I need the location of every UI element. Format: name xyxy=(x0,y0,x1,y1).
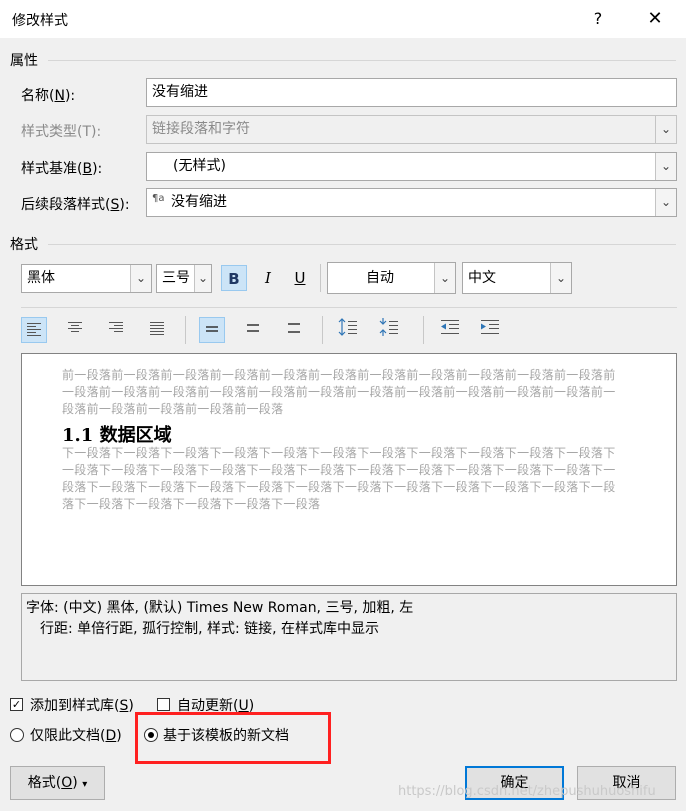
following-style-select[interactable]: ¶a 没有缩进 ⌄ xyxy=(146,188,677,217)
description-line-1: 字体: (中文) 黑体, (默认) Times New Roman, 三号, 加… xyxy=(26,600,414,616)
style-type-select: 链接段落和字符 ⌄ xyxy=(146,115,677,144)
justify-icon xyxy=(150,322,164,335)
increase-spacing-button[interactable] xyxy=(335,317,361,343)
description-line-2: 行距: 单倍行距, 孤行控制, 样式: 链接, 在样式库中显示 xyxy=(40,621,380,637)
dialog-title: 修改样式 xyxy=(12,13,68,29)
help-button[interactable]: ? xyxy=(584,4,612,34)
align-left-icon xyxy=(27,323,41,336)
toolbar-divider xyxy=(21,307,677,308)
chevron-down-icon[interactable]: ⌄ xyxy=(130,265,151,292)
style-type-label: 样式类型(T): xyxy=(21,124,102,140)
single-spacing-button[interactable] xyxy=(199,317,225,343)
align-right-icon xyxy=(109,322,123,332)
align-left-button[interactable] xyxy=(21,317,47,343)
style-preview: 前一段落前一段落前一段落前一段落前一段落前一段落前一段落前一段落前一段落前一段落… xyxy=(21,353,677,586)
script-value: 中文 xyxy=(468,270,496,286)
increase-indent-icon xyxy=(481,320,499,334)
font-size-select[interactable]: 三号 ⌄ xyxy=(156,264,212,293)
preview-previous-paragraph: 前一段落前一段落前一段落前一段落前一段落前一段落前一段落前一段落前一段落前一段落… xyxy=(62,368,616,416)
font-color-select[interactable]: 自动 ⌄ xyxy=(327,262,456,294)
decrease-spacing-button[interactable] xyxy=(376,317,402,343)
close-button[interactable]: ✕ xyxy=(640,4,670,34)
double-spacing-icon xyxy=(288,323,300,333)
only-this-document-label[interactable]: 仅限此文档(D) xyxy=(30,725,122,745)
only-this-document-radio[interactable] xyxy=(10,728,24,742)
add-to-gallery-checkbox[interactable]: ✓ xyxy=(10,698,23,711)
decrease-spacing-icon xyxy=(379,318,398,336)
properties-divider xyxy=(48,60,676,61)
style-type-value: 链接段落和字符 xyxy=(152,121,250,137)
following-style-value: 没有缩进 xyxy=(171,194,227,210)
format-menu-button[interactable]: 格式(O) ▾ xyxy=(10,766,105,800)
based-on-select[interactable]: (无样式) ⌄ xyxy=(146,152,677,181)
chevron-down-icon[interactable]: ⌄ xyxy=(655,189,676,216)
chevron-down-icon[interactable]: ⌄ xyxy=(194,265,211,292)
align-center-icon xyxy=(68,322,82,332)
justify-button[interactable] xyxy=(144,317,170,343)
single-spacing-icon xyxy=(206,326,218,332)
decrease-indent-icon xyxy=(441,320,459,334)
align-center-button[interactable] xyxy=(62,317,88,343)
watermark-text: https://blog.csdn.net/zhepushuhuoshifu xyxy=(398,784,656,799)
chevron-down-icon[interactable]: ⌄ xyxy=(550,263,571,293)
double-spacing-button[interactable] xyxy=(281,317,307,343)
following-style-label: 后续段落样式(S): xyxy=(21,197,130,213)
align-right-button[interactable] xyxy=(103,317,129,343)
one-half-spacing-button[interactable] xyxy=(240,317,266,343)
format-section-label: 格式 xyxy=(10,237,38,253)
preview-next-paragraph: 下一段落下一段落下一段落下一段落下一段落下一段落下一段落下一段落下一段落下一段落… xyxy=(62,446,616,511)
name-label: 名称(N): xyxy=(21,88,76,104)
chevron-down-icon: ⌄ xyxy=(655,116,676,143)
properties-section-label: 属性 xyxy=(10,53,38,69)
red-highlight-box xyxy=(135,712,331,764)
increase-spacing-icon xyxy=(338,318,357,336)
paragraph-style-icon: ¶a xyxy=(152,193,165,204)
font-select[interactable]: 黑体 ⌄ xyxy=(21,264,152,293)
add-to-gallery-label[interactable]: 添加到样式库(S) xyxy=(30,695,134,715)
decrease-indent-button[interactable] xyxy=(437,317,463,343)
toolbar-separator xyxy=(320,264,321,292)
toolbar-separator xyxy=(423,316,424,344)
italic-button[interactable]: I xyxy=(255,265,281,291)
increase-indent-button[interactable] xyxy=(477,317,503,343)
one-half-spacing-icon xyxy=(247,324,259,332)
toolbar-separator xyxy=(185,316,186,344)
toolbar-separator xyxy=(322,316,323,344)
based-on-value: (无样式) xyxy=(173,158,226,174)
name-input[interactable]: 没有缩进 xyxy=(146,78,677,107)
preview-heading: 1.1 数据区域 xyxy=(62,425,172,446)
font-color-value: 自动 xyxy=(366,270,394,286)
based-on-label: 样式基准(B): xyxy=(21,161,103,177)
font-value: 黑体 xyxy=(27,270,55,286)
script-select[interactable]: 中文 ⌄ xyxy=(462,262,572,294)
format-divider xyxy=(48,244,676,245)
bold-button[interactable]: B xyxy=(221,265,247,291)
chevron-down-icon[interactable]: ⌄ xyxy=(655,153,676,180)
auto-update-checkbox[interactable] xyxy=(157,698,170,711)
font-size-value: 三号 xyxy=(162,270,190,286)
chevron-down-icon[interactable]: ⌄ xyxy=(434,263,455,293)
style-description: 字体: (中文) 黑体, (默认) Times New Roman, 三号, 加… xyxy=(21,593,677,681)
underline-button[interactable]: U xyxy=(287,265,313,291)
